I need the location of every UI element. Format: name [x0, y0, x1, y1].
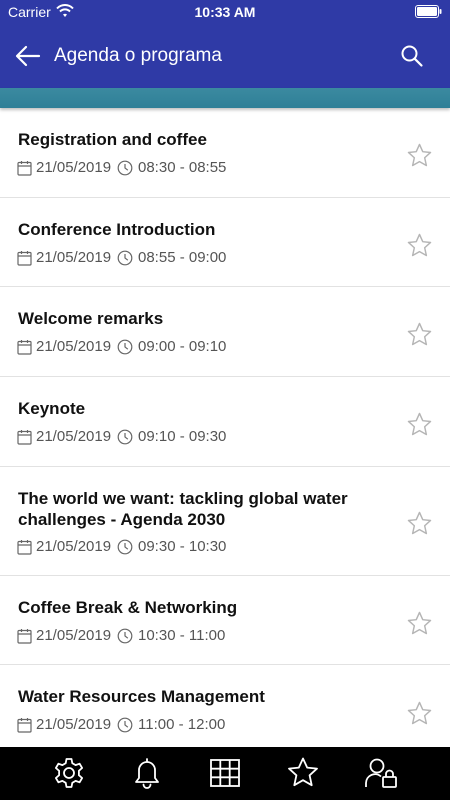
favorite-star-icon[interactable]: [406, 510, 433, 537]
agenda-item-title: Water Resources Management: [18, 687, 265, 706]
agenda-item-title: The world we want: tackling global water…: [18, 489, 348, 529]
clock-icon: [117, 628, 133, 644]
bottom-tab-bar: [0, 747, 450, 800]
clock-icon: [117, 539, 133, 555]
agenda-item-date: 21/05/2019: [36, 538, 112, 555]
favorite-star-icon[interactable]: [406, 700, 433, 727]
notifications-bell-icon[interactable]: [130, 756, 164, 790]
calendar-icon: [17, 340, 32, 355]
agenda-item-date: 21/05/2019: [36, 716, 112, 733]
agenda-item[interactable]: Registration and coffee 21/05/2019 08:30…: [0, 108, 450, 198]
agenda-item-time: 09:30 - 10:30: [138, 538, 227, 555]
agenda-item-time: 09:10 - 09:30: [138, 428, 227, 445]
agenda-item[interactable]: Conference Introduction 21/05/2019 08:55…: [0, 198, 450, 287]
agenda-item-date: 21/05/2019: [36, 338, 112, 355]
calendar-icon: [17, 430, 32, 445]
agenda-list: Registration and coffee 21/05/2019 08:30…: [0, 108, 450, 747]
agenda-item-time: 09:00 - 09:10: [138, 338, 227, 355]
agenda-item-time: 08:55 - 09:00: [138, 249, 227, 266]
agenda-item-date: 21/05/2019: [36, 249, 112, 266]
calendar-icon: [17, 161, 32, 176]
calendar-icon: [17, 718, 32, 733]
agenda-item[interactable]: Coffee Break & Networking 21/05/2019 10:…: [0, 576, 450, 665]
agenda-item[interactable]: The world we want: tackling global water…: [0, 467, 450, 576]
favorite-star-icon[interactable]: [406, 142, 433, 169]
profile-lock-icon[interactable]: [364, 756, 398, 790]
app-bar: Agenda o programa: [0, 24, 450, 88]
agenda-item-date: 21/05/2019: [36, 159, 112, 176]
status-time: 10:33 AM: [194, 4, 256, 20]
favorite-star-icon[interactable]: [406, 610, 433, 637]
agenda-item-time: 08:30 - 08:55: [138, 159, 227, 176]
agenda-item-title: Keynote: [18, 399, 86, 418]
agenda-item-time: 11:00 - 12:00: [138, 716, 226, 733]
calendar-icon: [17, 629, 32, 644]
clock-icon: [117, 160, 133, 176]
back-arrow-icon[interactable]: [14, 44, 42, 68]
agenda-item-time: 10:30 - 11:00: [138, 627, 226, 644]
battery-icon: [415, 5, 442, 18]
header-accent-strip: [0, 88, 450, 108]
agenda-item[interactable]: Welcome remarks 21/05/2019 09:00 - 09:10: [0, 287, 450, 377]
favorite-star-icon[interactable]: [406, 411, 433, 438]
agenda-item-title: Welcome remarks: [18, 309, 164, 328]
settings-gear-icon[interactable]: [52, 756, 86, 790]
agenda-item-date: 21/05/2019: [36, 428, 112, 445]
agenda-item[interactable]: Water Resources Management 21/05/2019 11…: [0, 665, 450, 747]
favorite-star-icon[interactable]: [406, 232, 433, 259]
agenda-item-title: Registration and coffee: [18, 130, 207, 149]
agenda-item[interactable]: Keynote 21/05/2019 09:10 - 09:30: [0, 377, 450, 467]
clock-icon: [117, 339, 133, 355]
grid-icon[interactable]: [208, 756, 242, 790]
agenda-item-title: Conference Introduction: [18, 220, 216, 239]
status-bar: Carrier 10:33 AM: [0, 0, 450, 24]
page-title: Agenda o programa: [54, 45, 222, 66]
favorites-star-icon[interactable]: [286, 756, 320, 790]
clock-icon: [117, 717, 133, 733]
clock-icon: [117, 429, 133, 445]
calendar-icon: [17, 251, 32, 266]
agenda-item-title: Coffee Break & Networking: [18, 598, 238, 617]
clock-icon: [117, 250, 133, 266]
agenda-item-date: 21/05/2019: [36, 627, 112, 644]
favorite-star-icon[interactable]: [406, 321, 433, 348]
search-icon[interactable]: [400, 44, 424, 68]
calendar-icon: [17, 540, 32, 555]
